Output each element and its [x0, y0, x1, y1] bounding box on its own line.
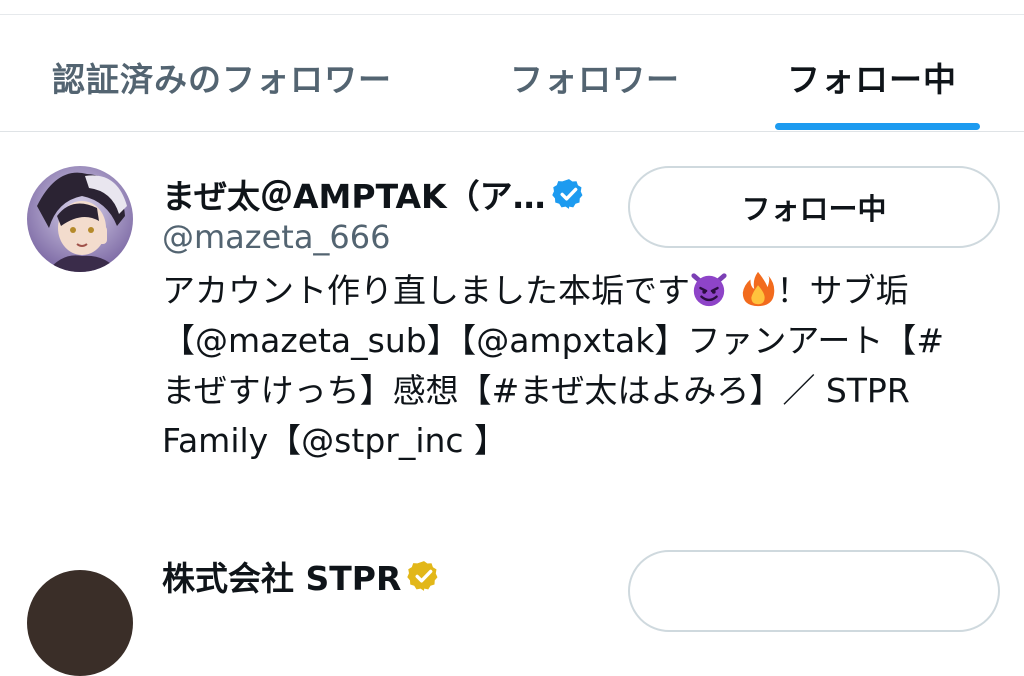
follow-button[interactable]: [628, 550, 1000, 632]
handle: @mazeta_666: [162, 218, 391, 256]
tabs-divider: [0, 131, 1024, 132]
verified-gold-badge-icon: [407, 561, 438, 591]
display-name[interactable]: まぜ太＠AMPTAK（ア…: [162, 170, 546, 218]
bio-line: Family【@stpr_inc 】: [162, 421, 508, 460]
bio-text: ！サブ垢: [776, 271, 909, 310]
avatar[interactable]: [27, 166, 133, 272]
tab-verified-followers[interactable]: 認証済みのフォロワー: [20, 15, 450, 131]
bio-text: アカウント作り直しました本垢です: [162, 271, 690, 310]
bio-line: まぜすけっち】感想【#まぜ太はよみろ】／ STPR: [162, 371, 910, 410]
tab-label: フォロワー: [510, 60, 680, 99]
active-tab-indicator: [775, 123, 980, 130]
bio: アカウント作り直しました本垢です ！サブ垢 【@mazeta_sub】【@amp…: [162, 266, 1002, 466]
following-button[interactable]: フォロー中: [628, 166, 1000, 248]
tab-label: フォロー中: [787, 60, 957, 99]
fire-icon: [742, 271, 774, 307]
display-name[interactable]: 株式会社 STPR: [162, 552, 401, 600]
smiling-devil-icon: [691, 273, 727, 307]
bio-line: 【@mazeta_sub】【@ampxtak】ファンアート【#: [162, 321, 944, 360]
tab-following[interactable]: フォロー中: [760, 15, 1000, 131]
follow-tabs: 認証済みのフォロワー フォロワー フォロー中: [0, 15, 1024, 131]
tab-followers[interactable]: フォロワー: [470, 15, 740, 131]
user-cell[interactable]: 株式会社 STPR: [0, 548, 1024, 676]
name-line: まぜ太＠AMPTAK（ア…: [162, 170, 586, 218]
name-line: 株式会社 STPR: [162, 552, 441, 600]
avatar[interactable]: [27, 570, 133, 676]
bio-line: アカウント作り直しました本垢です ！サブ垢: [162, 266, 1002, 316]
tab-label: 認証済みのフォロワー: [52, 60, 392, 99]
verified-badge-icon: [551, 179, 583, 209]
user-cell[interactable]: まぜ太＠AMPTAK（ア… @mazeta_666 アカウント作り直しました本垢…: [0, 166, 1024, 486]
